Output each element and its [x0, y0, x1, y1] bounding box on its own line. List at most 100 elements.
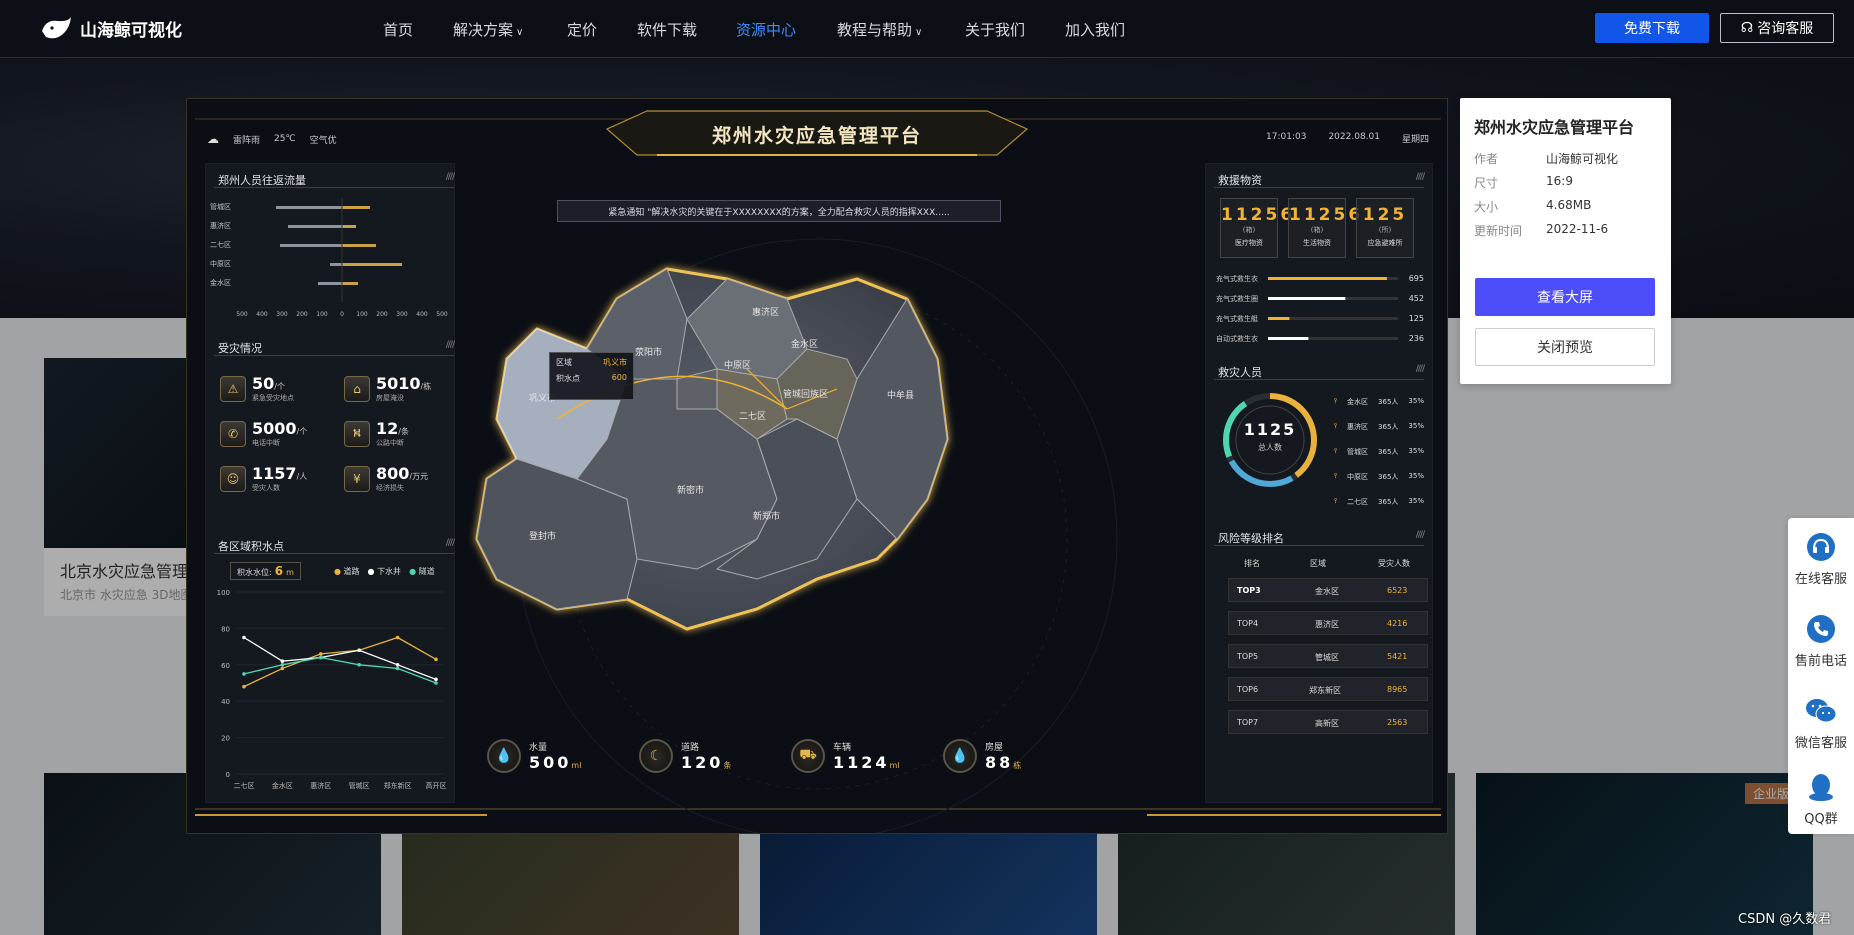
nav-label: 关于我们 — [965, 21, 1026, 39]
nav-solutions[interactable]: 解决方案 ∨ — [453, 19, 523, 40]
emergency-notice: 紧急通知 "解决水灾的关键在于XXXXXXXX的方案，全力配合救灾人员的指挥XX… — [557, 200, 1001, 222]
series-point — [434, 677, 438, 682]
panel-header-rescuers: 救灾人员 //// — [1214, 364, 1425, 380]
risk-rank: TOP4 — [1237, 619, 1259, 628]
close-preview-button[interactable]: 关闭预览 — [1475, 328, 1655, 366]
stat-value: 500 — [529, 753, 572, 772]
equipment-label: 自动式救生衣 — [1216, 334, 1258, 343]
equipment-bars-svg: 充气式救生衣 695 充气式救生圈 452 充气式救生艇 125 自动式救生衣 236 — [1216, 274, 1424, 343]
panel-title: 各区域积水点 — [218, 540, 284, 553]
rescuer-count: 365人 — [1378, 423, 1399, 431]
risk-row: TOP3 金水区 6523 — [1228, 578, 1428, 602]
tooltip-value: 600 — [611, 373, 627, 382]
nav-resource-center[interactable]: 资源中心 — [736, 19, 796, 40]
rescuer-area: 中原区 — [1347, 473, 1369, 481]
decor-slashes: //// — [1415, 530, 1425, 540]
weekday: 星期四 — [1401, 135, 1429, 145]
qq-group-button[interactable]: QQ群 — [1788, 758, 1854, 838]
wechat-service-button[interactable]: 微信客服 — [1788, 682, 1854, 762]
stat-unit: 条 — [723, 761, 732, 770]
view-fullscreen-button[interactable]: 查看大屏 — [1475, 278, 1655, 316]
risk-area: 金水区 — [1315, 587, 1339, 596]
panel-title: 风险等级排名 — [1218, 532, 1284, 545]
nav-about[interactable]: 关于我们 — [965, 19, 1025, 40]
free-download-button[interactable]: 免费下载 — [1595, 13, 1709, 43]
info-key: 尺寸 — [1474, 176, 1499, 190]
equipment-value: 125 — [1409, 314, 1424, 323]
online-service-button[interactable]: 在线客服 — [1788, 518, 1854, 598]
stat-emergency-sites: ⚠ 50/个 紧急受灾地点 — [220, 374, 294, 403]
legend-dot: ● — [409, 567, 419, 576]
info-key: 大小 — [1474, 200, 1499, 214]
equipment-bar — [1268, 337, 1309, 340]
risk-value: 2563 — [1387, 718, 1408, 727]
nav-join[interactable]: 加入我们 — [1065, 19, 1125, 40]
water-line-chart: 0 20 40 60 80 100 二七区 金水区 惠济区 管城区 郑东新区 高开区 — [206, 582, 456, 804]
rescuer-row: ⫯ 二七区 365人 35% — [1334, 497, 1424, 507]
tooltip-value: 巩义市 — [603, 358, 627, 367]
rescuer-total: 1125 — [1243, 420, 1297, 439]
risk-row: TOP6 郑东新区 8965 — [1228, 677, 1428, 701]
qq-icon — [1804, 770, 1838, 804]
rescuer-pct: 35% — [1408, 497, 1424, 505]
nav-label: 解决方案 — [453, 21, 514, 39]
legend-road: ● 道路 — [334, 566, 360, 577]
rescuer-count: 365人 — [1378, 498, 1399, 506]
supply-value: 11256 — [1221, 205, 1296, 225]
top-nav: 山海鲸可视化 首页 解决方案 ∨ 定价 软件下载 资源中心 教程与帮助 ∨ 关于我们… — [0, 0, 1854, 58]
panel-title: 郑州人员往返流量 — [218, 174, 306, 187]
floating-service-bar: 在线客服 售前电话 微信客服 QQ群 — [1788, 518, 1854, 834]
panel-header-supplies: 救援物资 //// — [1214, 172, 1425, 188]
nav-pricing[interactable]: 定价 — [567, 19, 597, 40]
panel-title: 受灾情况 — [218, 342, 262, 355]
weather-bar: ☁ 雷阵雨 25℃ 空气优 — [207, 132, 337, 146]
x-tick-label: 管城区 — [349, 781, 370, 790]
flow-bar-in — [342, 263, 402, 266]
csdn-watermark: CSDN @久数君 — [1738, 912, 1832, 927]
stat-flooded-houses: ⌂ 5010/栋 房屋淹没 — [344, 374, 431, 403]
stat-value: 5000 — [252, 419, 297, 438]
car-icon: ⛟ — [791, 739, 825, 773]
x-tick-label: 惠济区 — [310, 781, 331, 790]
sidebar-label: 在线客服 — [1794, 572, 1847, 587]
map-label: 登封市 — [529, 532, 557, 542]
phone-icon: ✆ — [220, 420, 246, 447]
y-tick-label: 20 — [221, 735, 230, 743]
money-icon: ¥ — [344, 465, 370, 492]
decor-slashes: //// — [445, 340, 455, 350]
supply-shelter: 125 (所) 应急避难所 — [1356, 198, 1414, 258]
logo[interactable]: 山海鲸可视化 — [40, 12, 182, 44]
series-point — [319, 652, 323, 656]
map-label: 中原区 — [724, 361, 752, 371]
risk-value: 8965 — [1387, 685, 1408, 694]
decor-slashes: //// — [445, 172, 455, 182]
risk-rank: TOP3 — [1237, 586, 1261, 595]
nav-label: 首页 — [383, 21, 414, 39]
equipment-value: 695 — [1409, 274, 1424, 283]
legend-label: 下水井 — [377, 567, 402, 576]
series-line — [243, 656, 437, 684]
nav-label: 定价 — [567, 21, 598, 39]
panel-title: 救灾人员 — [1218, 366, 1262, 379]
pin-icon: ⫯ — [1334, 472, 1338, 480]
series-point — [242, 684, 246, 689]
series-point — [280, 666, 285, 671]
clock-time: 17:01:03 — [1266, 132, 1307, 142]
presale-phone-button[interactable]: 售前电话 — [1788, 600, 1854, 680]
series-point — [242, 635, 246, 640]
risk-value: 5421 — [1387, 652, 1408, 661]
stat-roads: ☾ 道路 120条 — [639, 739, 731, 773]
stat-unit: ml — [889, 761, 900, 770]
stat-affected-people: ☺ 1157/人 受灾人数 — [220, 464, 307, 493]
stat-label: 经济损失 — [376, 484, 404, 492]
nav-download[interactable]: 软件下载 — [637, 19, 697, 40]
nav-home[interactable]: 首页 — [383, 19, 413, 40]
legend-label: 道路 — [343, 567, 360, 576]
decor-slashes: //// — [1415, 172, 1425, 182]
tooltip-key: 积水点 — [556, 374, 580, 383]
stat-phone-outage: ✆ 5000/个 电话中断 — [220, 419, 307, 448]
stat-value: 1124 — [833, 753, 890, 772]
consult-button[interactable]: ☊ 咨询客服 — [1720, 13, 1834, 43]
rescuer-pct: 35% — [1408, 447, 1424, 455]
nav-tutorials[interactable]: 教程与帮助 ∨ — [837, 19, 922, 40]
